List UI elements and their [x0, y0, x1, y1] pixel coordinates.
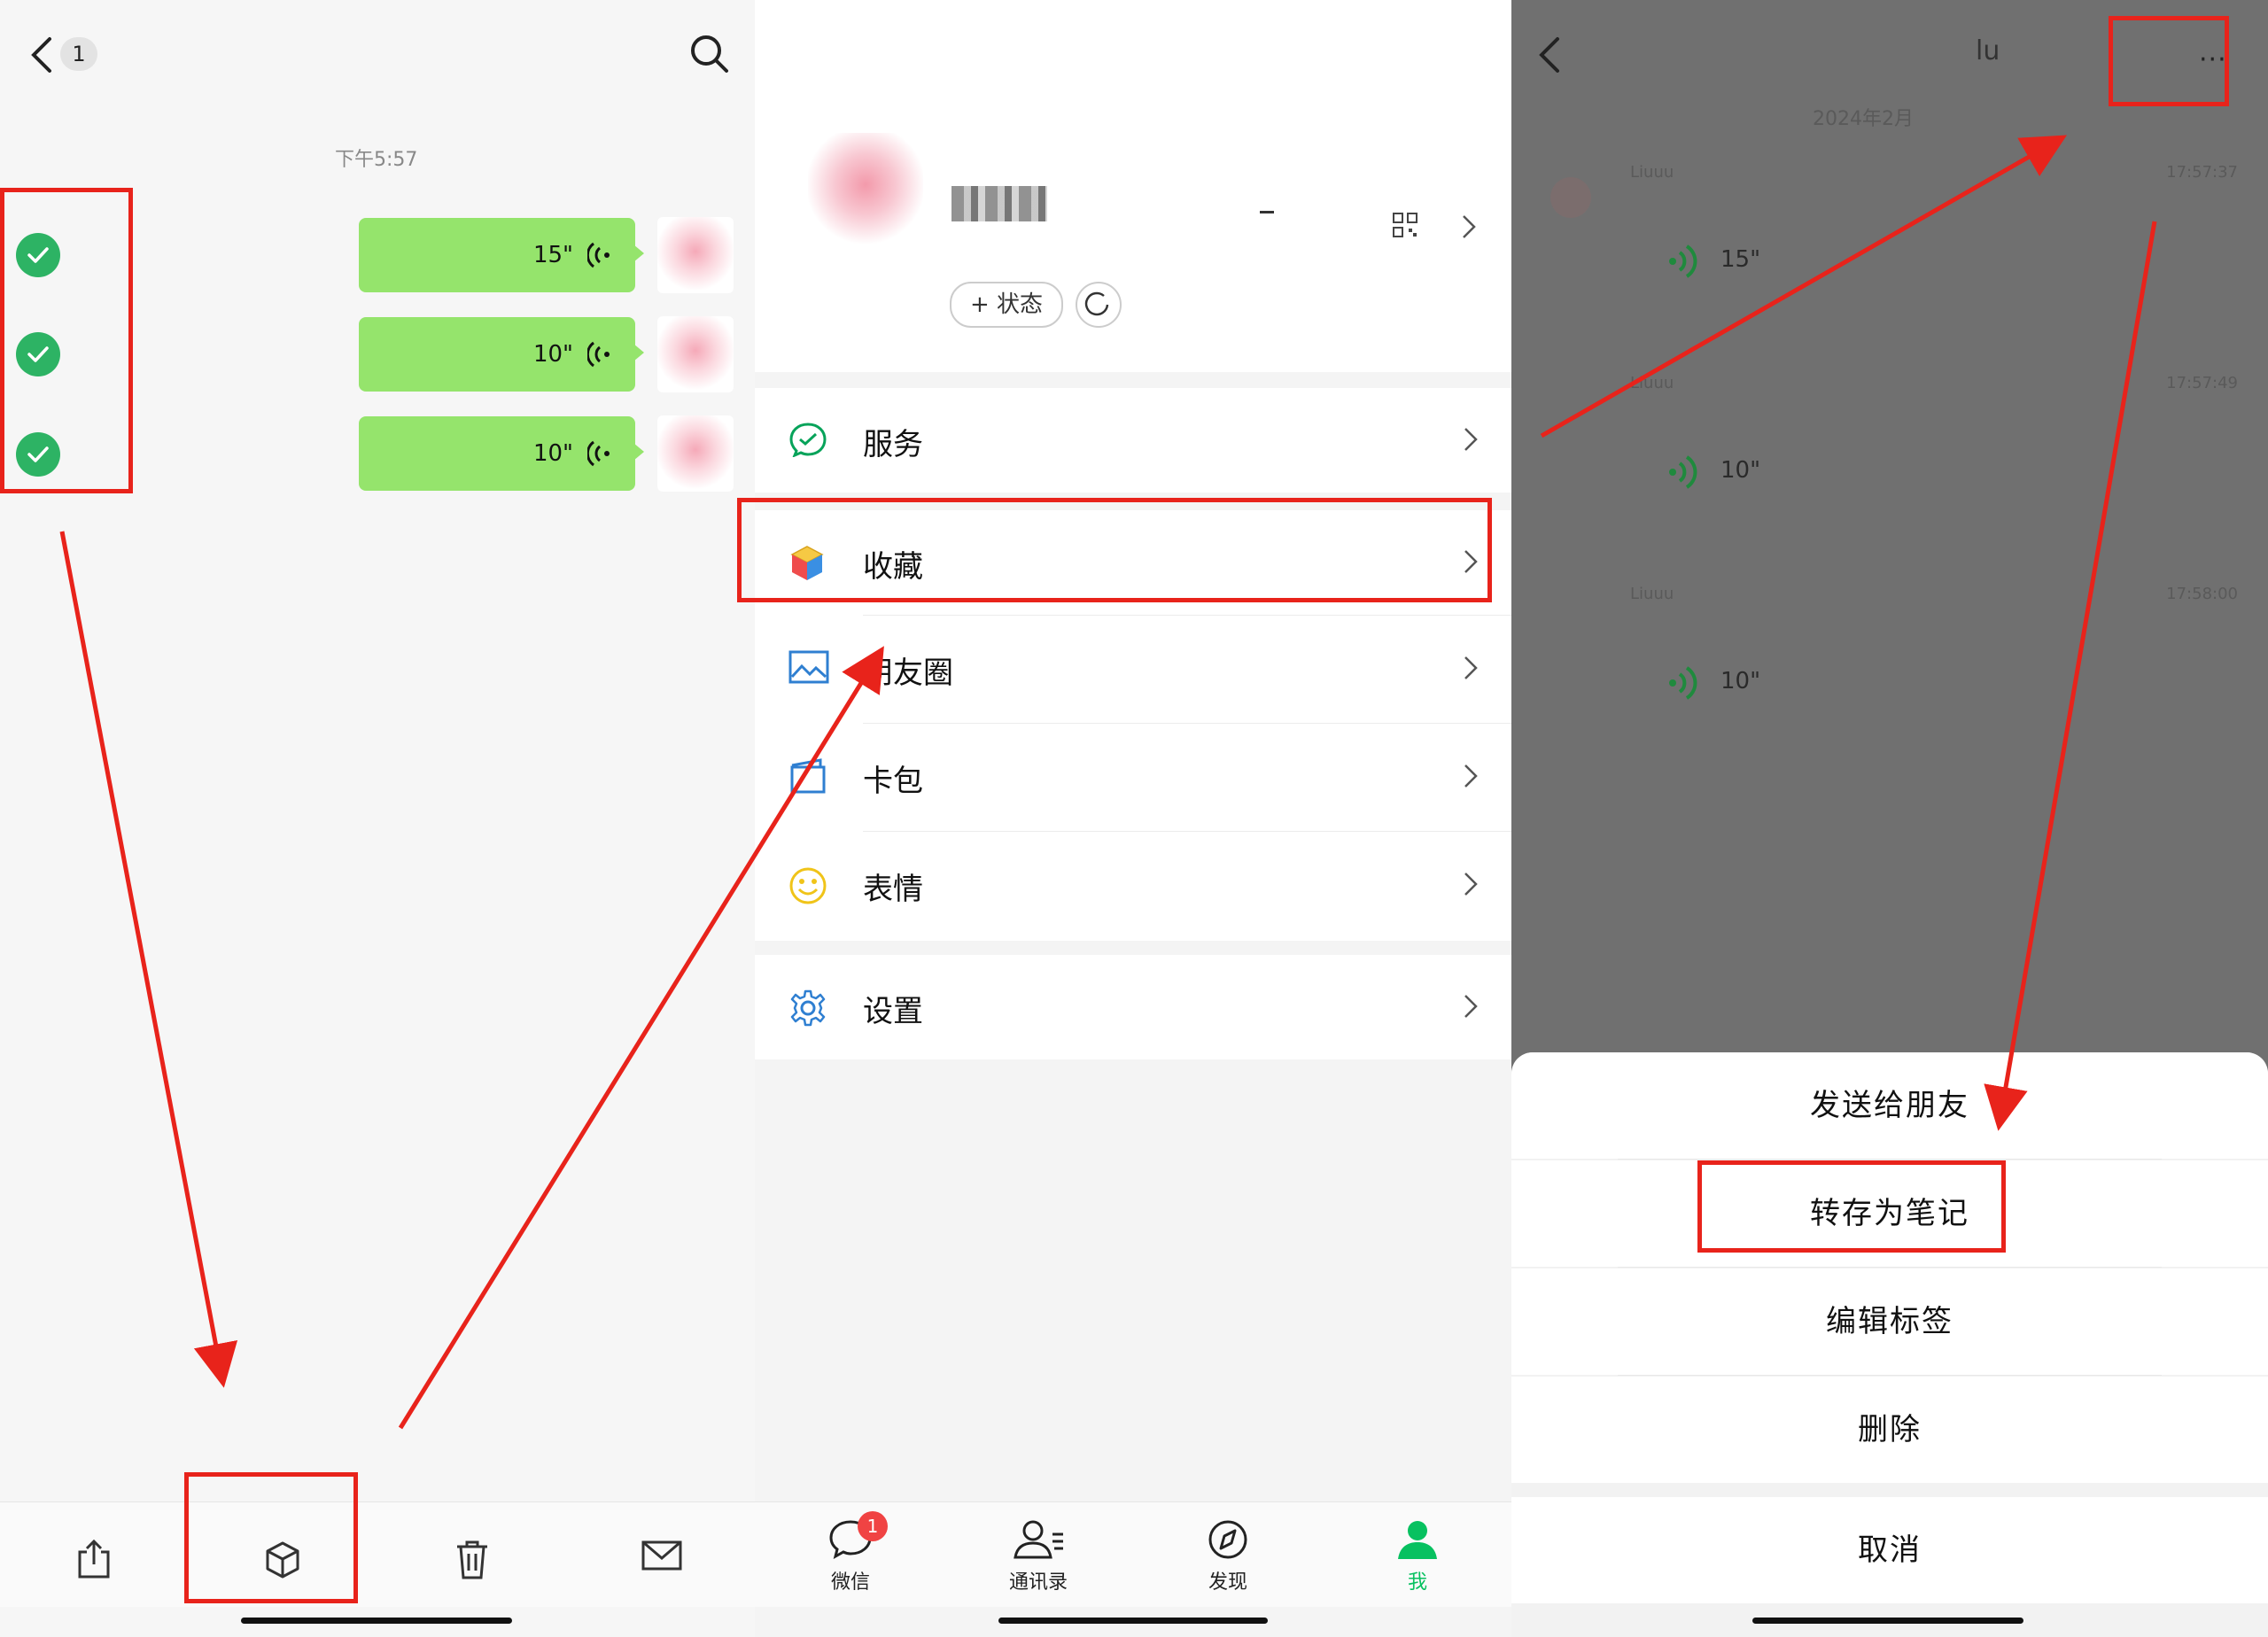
arrow-to-more-button — [1540, 135, 2068, 438]
arrow-to-moments-favorites — [398, 646, 884, 1430]
arrow-to-action-sheet — [1984, 221, 2157, 1131]
arrow-to-favorite-button — [59, 531, 238, 1388]
annotation-arrows — [59, 135, 2157, 1430]
